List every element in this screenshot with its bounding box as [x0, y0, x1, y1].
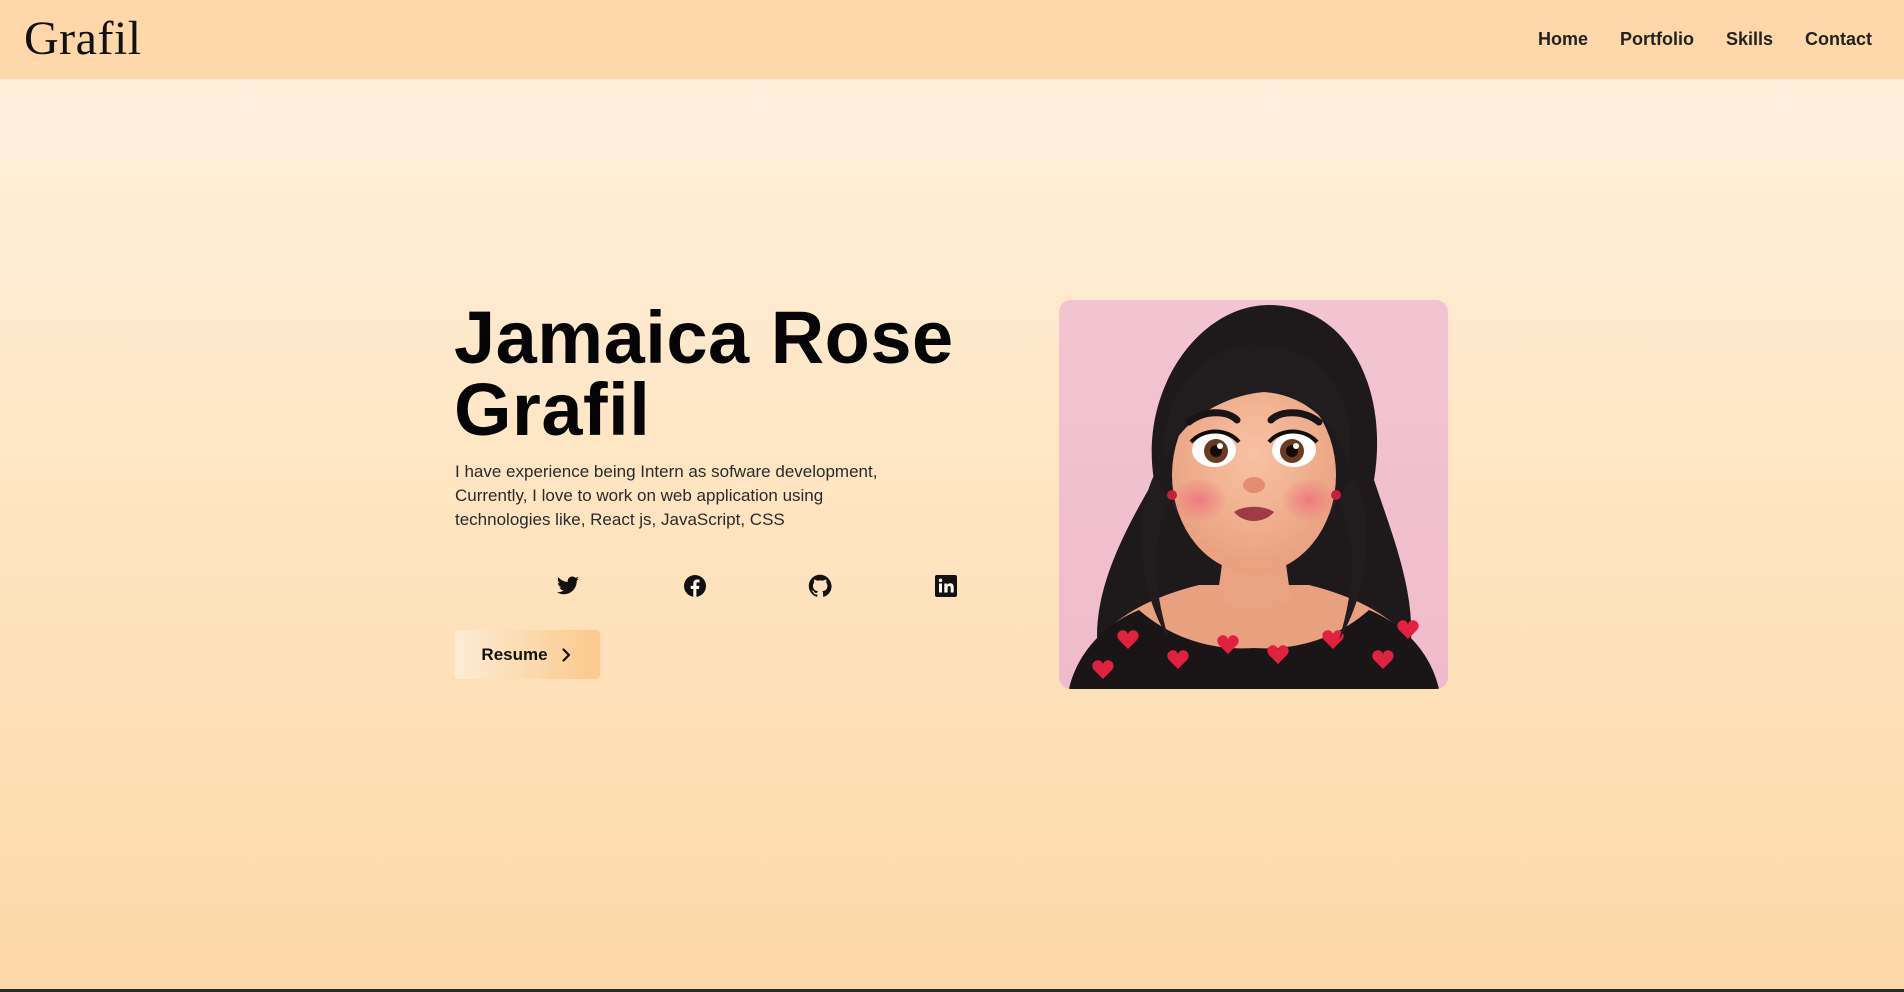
- facebook-icon: [684, 575, 706, 597]
- brand-logo[interactable]: Grafil: [24, 12, 142, 66]
- hero-description: I have experience being Intern as sofwar…: [455, 460, 955, 532]
- github-link[interactable]: [804, 570, 836, 602]
- nav-link-portfolio[interactable]: Portfolio: [1620, 29, 1694, 50]
- github-icon: [808, 574, 832, 597]
- profile-avatar: [1059, 300, 1448, 689]
- avatar-illustration: [1069, 305, 1439, 689]
- linkedin-link[interactable]: [930, 570, 962, 602]
- nav-link-home[interactable]: Home: [1538, 29, 1588, 50]
- hero-description-line-2: Currently, I love to work on web applica…: [455, 486, 824, 505]
- resume-button-label: Resume: [481, 644, 548, 664]
- hero-description-line-1: I have experience being Intern as sofwar…: [455, 462, 878, 481]
- nav-links: Home Portfolio Skills Contact: [1538, 0, 1872, 79]
- linkedin-icon: [935, 575, 957, 597]
- twitter-link[interactable]: [552, 570, 584, 602]
- nav-link-contact[interactable]: Contact: [1805, 29, 1872, 50]
- chevron-right-icon: [561, 647, 570, 662]
- facebook-link[interactable]: [679, 570, 711, 602]
- hero-title-line-1: Jamaica Rose: [454, 296, 954, 379]
- hero-title-line-2: Grafil: [454, 368, 651, 451]
- nav-link-skills[interactable]: Skills: [1726, 29, 1773, 50]
- resume-button[interactable]: Resume: [455, 630, 600, 679]
- twitter-icon: [557, 576, 579, 595]
- navbar: Grafil Home Portfolio Skills Contact: [0, 0, 1904, 79]
- hero-title: Jamaica Rose Grafil: [454, 296, 1014, 451]
- hero-description-line-3: technologies like, React js, JavaScript,…: [455, 510, 785, 529]
